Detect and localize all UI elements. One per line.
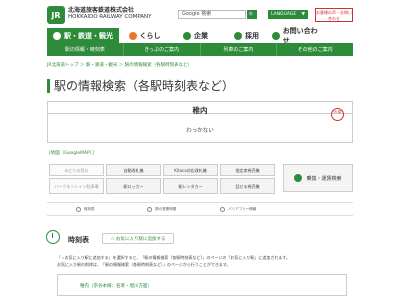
facility-item[interactable]: みどりの窓口 — [49, 164, 104, 176]
link-bullet-icon — [147, 206, 153, 212]
fare-search-label: 乗換・運賃検索 — [306, 175, 342, 182]
nav-tab-icon — [234, 31, 242, 40]
company-name: 北海道旅客鉄道株式会社 HOKKAIDO RAILWAY COMPANY — [68, 7, 152, 21]
link-bullet-icon — [76, 206, 81, 212]
search-button[interactable]: 🔍 — [247, 10, 257, 19]
facility-item[interactable]: 駅レンタカー — [163, 178, 218, 194]
nav-tab-label: 採用 — [245, 31, 259, 40]
sub-nav-item[interactable]: 駅の情報・時刻表 — [47, 43, 124, 56]
nav-tab-label: 企業 — [194, 31, 208, 40]
favorite-notice: 「☆お気に入り駅に追加する」を選択すると、「駅の情報検索（各駅時刻表など）」のペ… — [57, 254, 347, 268]
facility-item[interactable]: バーク＆トレイン駐車場 — [49, 178, 104, 194]
chevron-down-icon: ▼ — [301, 12, 305, 17]
nav-tab-icon — [272, 31, 280, 40]
station-name: 稚内 — [192, 106, 208, 115]
contact-link[interactable]: お客様の声・お問い合わせ — [315, 8, 353, 22]
nav-tab-label: 駅・鉄道・観光 — [64, 31, 113, 40]
station-info-link-label: 時刻表 — [84, 206, 95, 211]
facility-grid: みどりの窓口 自動改札機 Kitaca対応改札機 指定席券売機 バーク＆トレイン駐車場駅… — [49, 164, 277, 194]
main-nav: 駅・鉄道・観光 くらし 企業 採用 お問い合わせ — [47, 27, 323, 45]
facility-item[interactable]: 自動改札機 — [106, 164, 161, 176]
page-title-text: 駅の情報検索（各駅時刻表など） — [54, 79, 235, 93]
sub-nav-item[interactable]: その他のご案内 — [277, 43, 353, 56]
facility-item[interactable]: 指定席券売機 — [220, 164, 275, 176]
station-badge-icon: JR 駅 — [331, 108, 344, 121]
facility-item[interactable]: 駅ロッカー — [106, 178, 161, 194]
station-info-links: 時刻表 駅の営業時間 バリアフリー情報 — [47, 202, 353, 216]
facility-item[interactable]: Kitaca対応改札機 — [163, 164, 218, 176]
sub-nav-item[interactable]: きっぷのご案内 — [124, 43, 201, 56]
nav-tab-0[interactable]: 駅・鉄道・観光 — [47, 28, 119, 43]
fare-search-button[interactable]: 乗換・運賃検索 — [283, 164, 353, 192]
jr-logo[interactable]: JR — [47, 6, 65, 24]
station-card: 稚内 わっかない JR 駅 — [47, 101, 353, 143]
notice-line-1: 「☆お気に入り駅に追加する」を選択すると、「駅の情報検索（各駅時刻表など）」のペ… — [57, 255, 290, 260]
nav-tab-1[interactable]: くらし — [119, 28, 170, 43]
timetable-link[interactable]: 稚内（宗谷本線：名寄・旭川方面） — [80, 283, 152, 289]
add-favorite-button[interactable]: ☆ お気に入り駅に追加する — [102, 233, 174, 244]
language-label: LANGUAGE — [271, 12, 297, 17]
sub-nav-item[interactable]: 列車のご案内 — [201, 43, 278, 56]
page-title: 駅の情報検索（各駅時刻表など） — [47, 77, 234, 94]
notice-line-2: お気に入り駅の削除は、「駅の情報検索（各駅時刻表など）」のページから行うことがで… — [57, 262, 231, 267]
nav-tab-3[interactable]: 採用 — [221, 28, 272, 43]
station-info-link[interactable]: 時刻表 — [47, 203, 124, 215]
sub-nav: 駅の情報・時刻表 きっぷのご案内 列車のご案内 その他のご案内 — [47, 43, 353, 56]
station-info-link-label: 駅の営業時間 — [155, 206, 177, 211]
nav-tab-icon — [183, 31, 191, 40]
map-link[interactable]: [地図（GoogleMAP）] — [49, 150, 94, 156]
company-name-jp: 北海道旅客鉄道株式会社 — [68, 7, 135, 14]
language-button[interactable]: LANGUAGE ▼ — [268, 10, 308, 19]
nav-tab-2[interactable]: 企業 — [170, 28, 221, 43]
station-info-link — [277, 203, 354, 215]
station-info-link[interactable]: 駅の営業時間 — [124, 203, 201, 215]
clock-icon — [46, 230, 60, 244]
timetable-list: 稚内（宗谷本線：名寄・旭川方面） — [57, 274, 347, 296]
link-bullet-icon — [220, 206, 226, 212]
nav-tab-icon — [128, 31, 137, 40]
page: JR 北海道旅客鉄道株式会社 HOKKAIDO RAILWAY COMPANY … — [0, 0, 400, 300]
search-input[interactable]: Google 検索 — [178, 10, 246, 19]
fare-search-icon — [294, 174, 303, 182]
station-info-link-label: バリアフリー情報 — [228, 206, 257, 211]
timetable-heading: 時刻表 — [68, 236, 89, 244]
company-name-en: HOKKAIDO RAILWAY COMPANY — [68, 14, 152, 20]
station-kana: わっかない — [186, 128, 214, 134]
breadcrumb[interactable]: JR北海道トップ ＞ 駅・鉄道・観光 ＞ 駅の情報検索（各駅時刻表など） — [47, 62, 192, 68]
nav-tab-icon — [53, 31, 61, 40]
nav-tab-4[interactable]: お問い合わせ — [272, 27, 323, 45]
nav-tab-label: くらし — [139, 31, 161, 40]
title-accent-bar — [47, 78, 50, 93]
facility-item[interactable]: 話せる券売機 — [220, 178, 275, 194]
station-info-link[interactable]: バリアフリー情報 — [200, 203, 277, 215]
